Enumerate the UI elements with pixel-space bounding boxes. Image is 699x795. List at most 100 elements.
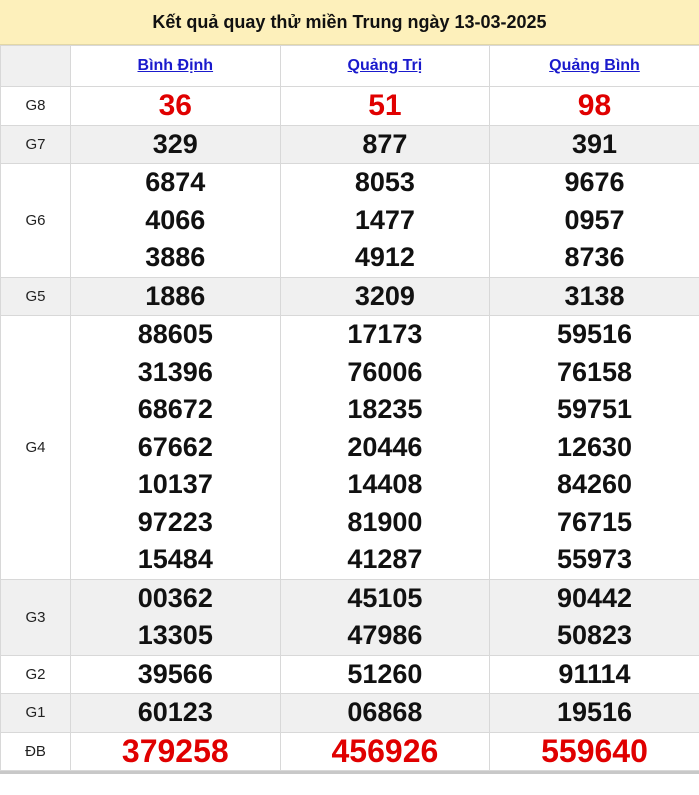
prize-cell: 456926	[279, 731, 491, 771]
page-title: Kết quả quay thử miền Trung ngày 13-03-2…	[0, 0, 699, 45]
prize-number: 3138	[564, 280, 625, 311]
prize-number: 3209	[354, 280, 415, 311]
prize-cell: 00362 13305	[70, 578, 281, 656]
prize-number: 51260	[347, 658, 423, 689]
prize-row-đb: ĐB 379258 456926 559640	[0, 731, 699, 771]
prize-number: 391	[571, 128, 618, 159]
prize-number: 84260	[556, 469, 633, 499]
prize-number: 4066	[145, 204, 206, 235]
results-table: Bình Định Quảng Trị Quảng Bình G8 36 51 98 G…	[0, 45, 699, 771]
prize-number: 36	[158, 89, 192, 122]
province-header: Quảng Bình	[489, 45, 699, 87]
prize-cell: 90442 50823	[489, 578, 699, 656]
prize-cell: 3209	[279, 276, 491, 316]
prize-number: 06868	[347, 697, 423, 727]
prize-number: 67662	[137, 431, 213, 462]
prize-cell: 379258	[70, 731, 281, 771]
prize-number: 00362	[137, 582, 213, 613]
prize-cell: 36	[70, 86, 281, 126]
prize-number: 90442	[556, 582, 633, 613]
prize-number: 76006	[347, 356, 423, 387]
prize-number: 8736	[564, 242, 625, 272]
prize-number: 39566	[137, 658, 213, 689]
prize-number: 55973	[556, 544, 633, 574]
prize-row-g4: G4 88605 31396 68672 67662 10137 97223 15484 171…	[0, 315, 699, 580]
prize-number: 1886	[145, 280, 206, 311]
prize-label: G2	[0, 654, 71, 694]
province-header: Bình Định	[70, 45, 281, 87]
province-link-binh-dinh[interactable]: Bình Định	[138, 57, 214, 74]
prize-cell: 6874 4066 3886	[70, 163, 281, 278]
header-row: Bình Định Quảng Trị Quảng Bình	[0, 45, 699, 87]
prize-cell: 39566	[70, 654, 281, 694]
prize-number: 12630	[556, 431, 633, 462]
prize-number: 76158	[556, 356, 633, 387]
prize-row-g7: G7 329 877 391	[0, 124, 699, 164]
prize-cell: 329	[70, 124, 281, 164]
prize-cell: 59516 76158 59751 12630 84260 76715 55973	[489, 315, 699, 580]
prize-number: 8053	[354, 167, 415, 197]
prize-number: 6874	[145, 167, 206, 197]
prize-row-g5: G5 1886 3209 3138	[0, 276, 699, 316]
prize-number: 41287	[347, 544, 423, 574]
prize-number: 456926	[331, 732, 439, 769]
prize-number: 59751	[556, 394, 633, 424]
prize-number: 60123	[137, 697, 213, 727]
prize-number: 47986	[347, 620, 423, 650]
prize-cell: 88605 31396 68672 67662 10137 97223 15484	[70, 315, 281, 580]
prize-number: 1477	[354, 204, 415, 235]
province-link-quang-binh[interactable]: Quảng Bình	[549, 57, 640, 74]
prize-number: 10137	[137, 469, 213, 499]
prize-cell: 17173 76006 18235 20446 14408 81900 41287	[279, 315, 491, 580]
prize-number: 97223	[137, 506, 213, 537]
prize-number: 31396	[137, 356, 213, 387]
prize-number: 50823	[556, 620, 633, 650]
prize-number: 45105	[347, 582, 423, 613]
prize-row-g2: G2 39566 51260 91114	[0, 654, 699, 694]
prize-number: 0957	[564, 204, 625, 235]
prize-number: 877	[362, 128, 408, 159]
prize-row-g8: G8 36 51 98	[0, 86, 699, 126]
prize-number: 59516	[556, 319, 633, 349]
prize-number: 98	[577, 89, 612, 122]
prize-number: 91114	[558, 658, 631, 689]
prize-cell: 45105 47986	[279, 578, 491, 656]
prize-cell: 9676 0957 8736	[489, 163, 699, 278]
prize-number: 51	[368, 89, 402, 122]
prize-number: 76715	[556, 506, 633, 537]
prize-label: G3	[0, 578, 71, 656]
prize-cell: 391	[489, 124, 699, 164]
prize-row-g3: G3 00362 13305 45105 47986 90442 50823	[0, 578, 699, 656]
prize-number: 19516	[556, 697, 633, 727]
prize-number: 13305	[137, 620, 213, 650]
results-panel: Kết quả quay thử miền Trung ngày 13-03-2…	[0, 0, 699, 774]
prize-label: G4	[0, 315, 71, 580]
prize-number: 68672	[137, 394, 213, 424]
prize-label: G7	[0, 124, 71, 164]
prize-cell: 559640	[489, 731, 699, 771]
prize-cell: 51260	[279, 654, 491, 694]
province-link-quang-tri[interactable]: Quảng Trị	[348, 57, 423, 74]
prize-number: 17173	[347, 319, 423, 349]
prize-number: 9676	[564, 167, 625, 197]
prize-label: G1	[0, 693, 71, 733]
prize-number: 4912	[354, 242, 415, 272]
prize-number: 559640	[541, 732, 648, 769]
prize-label: ĐB	[0, 731, 71, 771]
prize-row-g6: G6 6874 4066 3886 8053 1477 4912 9676 0957 8736	[0, 163, 699, 278]
header-corner	[0, 45, 71, 87]
prize-cell: 60123	[70, 693, 281, 733]
prize-cell: 51	[279, 86, 491, 126]
prize-label: G6	[0, 163, 71, 278]
province-header: Quảng Trị	[279, 45, 491, 87]
prize-number: 88605	[137, 319, 213, 349]
prize-cell: 8053 1477 4912	[279, 163, 491, 278]
bottom-divider	[0, 771, 699, 774]
prize-number: 3886	[145, 242, 206, 272]
prize-cell: 877	[279, 124, 491, 164]
prize-cell: 06868	[279, 693, 491, 733]
prize-number: 379258	[121, 732, 229, 769]
prize-cell: 3138	[489, 276, 699, 316]
prize-number: 81900	[347, 506, 423, 537]
prize-label: G8	[0, 86, 71, 126]
